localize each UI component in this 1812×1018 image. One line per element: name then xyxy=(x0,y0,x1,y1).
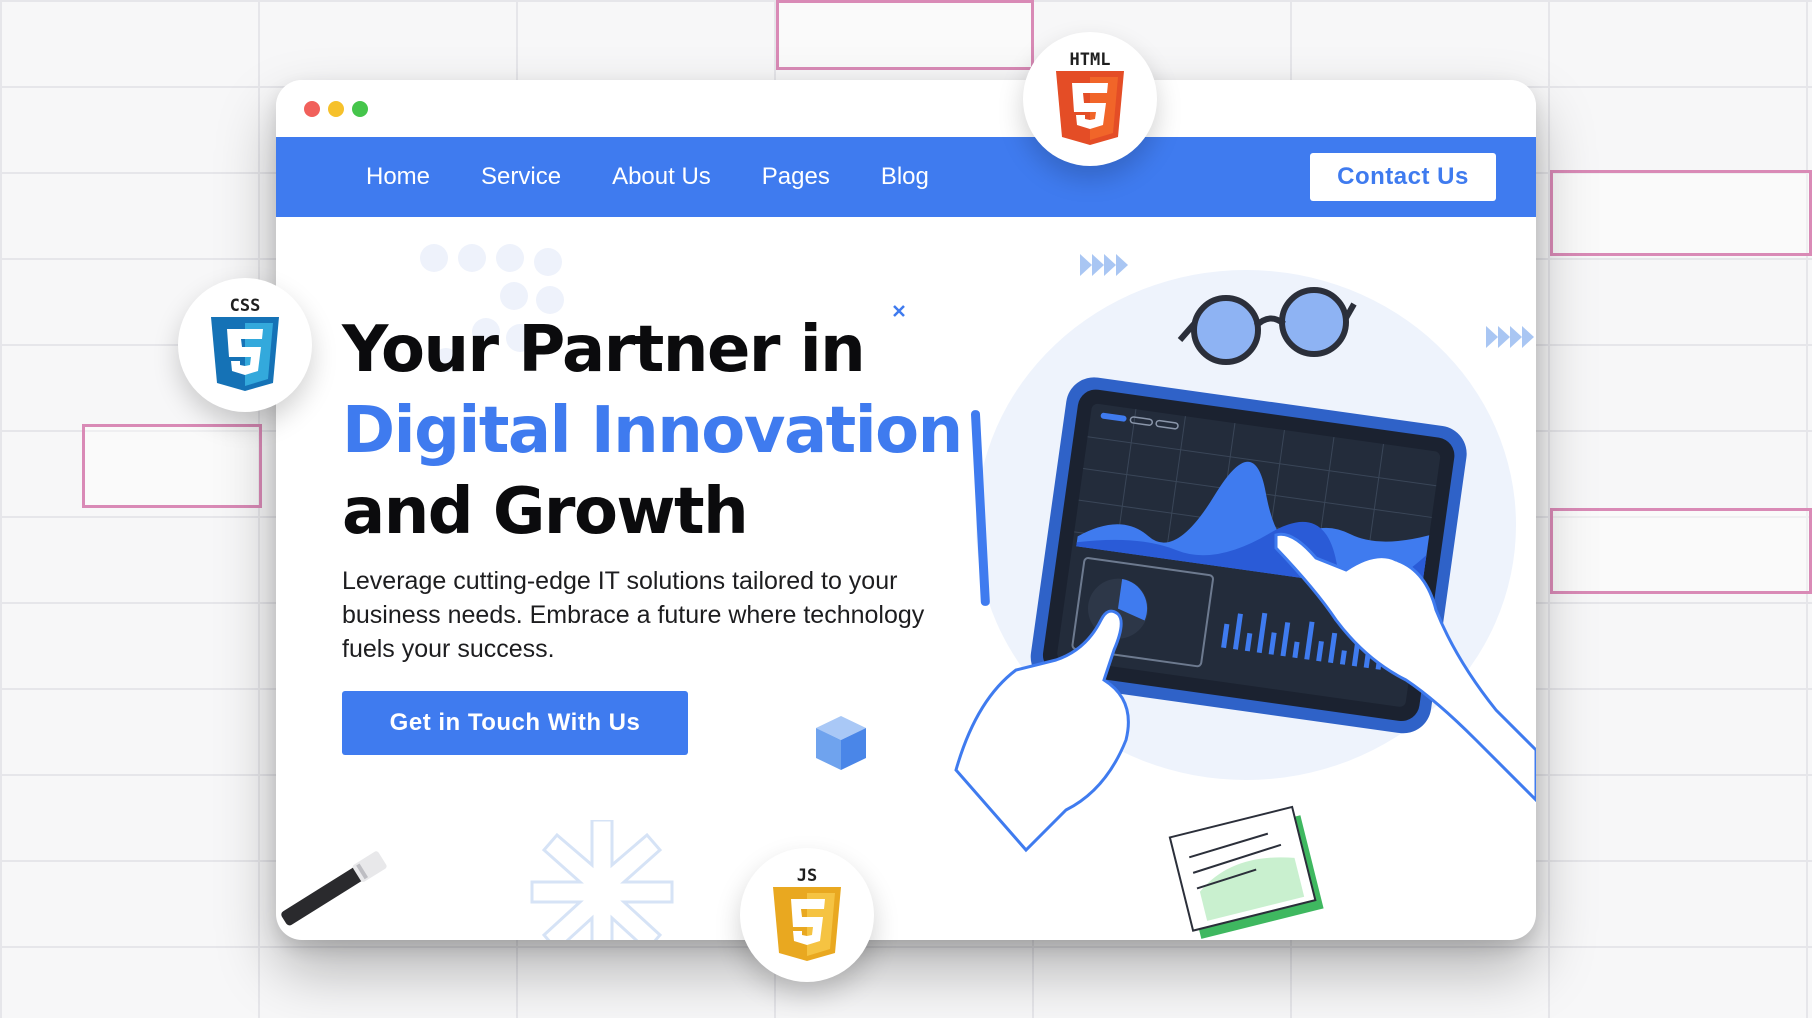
nav-link-blog[interactable]: Blog xyxy=(881,163,929,191)
css3-badge: CSS xyxy=(178,278,312,412)
hero-title: Your Partner in Digital Innovation and G… xyxy=(342,310,963,553)
svg-text:HTML: HTML xyxy=(1070,50,1111,70)
close-window-button[interactable] xyxy=(304,101,320,117)
browser-window: Home Service About Us Pages Blog Contact… xyxy=(276,80,1536,940)
pen-icon xyxy=(281,851,387,926)
css3-icon: CSS xyxy=(211,296,279,391)
js-icon: JS xyxy=(773,866,841,961)
html5-badge: HTML xyxy=(1023,32,1157,166)
background-panel xyxy=(776,0,1034,70)
background-panel xyxy=(1550,170,1812,256)
cube-icon xyxy=(816,716,866,770)
nav-link-about-us[interactable]: About Us xyxy=(612,163,711,191)
hero-illustration xyxy=(954,254,1536,939)
js-badge: JS xyxy=(740,848,874,982)
html5-icon: HTML xyxy=(1056,50,1124,145)
minimize-window-button[interactable] xyxy=(328,101,344,117)
hero-description: Leverage cutting-edge IT solutions tailo… xyxy=(342,567,925,663)
note-paper-icon xyxy=(1168,805,1324,939)
get-in-touch-button[interactable]: Get in Touch With Us xyxy=(342,691,688,755)
hero-title-line-1: Your Partner in xyxy=(342,313,866,387)
contact-us-button[interactable]: Contact Us xyxy=(1310,153,1496,201)
asterisk-decoration xyxy=(530,820,674,940)
svg-text:CSS: CSS xyxy=(230,296,261,316)
window-titlebar xyxy=(276,80,1536,137)
maximize-window-button[interactable] xyxy=(352,101,368,117)
nav-link-home[interactable]: Home xyxy=(366,163,430,191)
nav-links: Home Service About Us Pages Blog xyxy=(366,137,929,217)
nav-link-service[interactable]: Service xyxy=(481,163,561,191)
svg-text:JS: JS xyxy=(797,866,817,886)
navbar: Home Service About Us Pages Blog Contact… xyxy=(276,137,1536,217)
nav-link-pages[interactable]: Pages xyxy=(762,163,830,191)
background-panel xyxy=(1550,508,1812,594)
hero-title-line-3: and Growth xyxy=(342,475,749,549)
background-panel xyxy=(82,424,262,508)
hero-title-line-2: Digital Innovation xyxy=(342,394,963,468)
